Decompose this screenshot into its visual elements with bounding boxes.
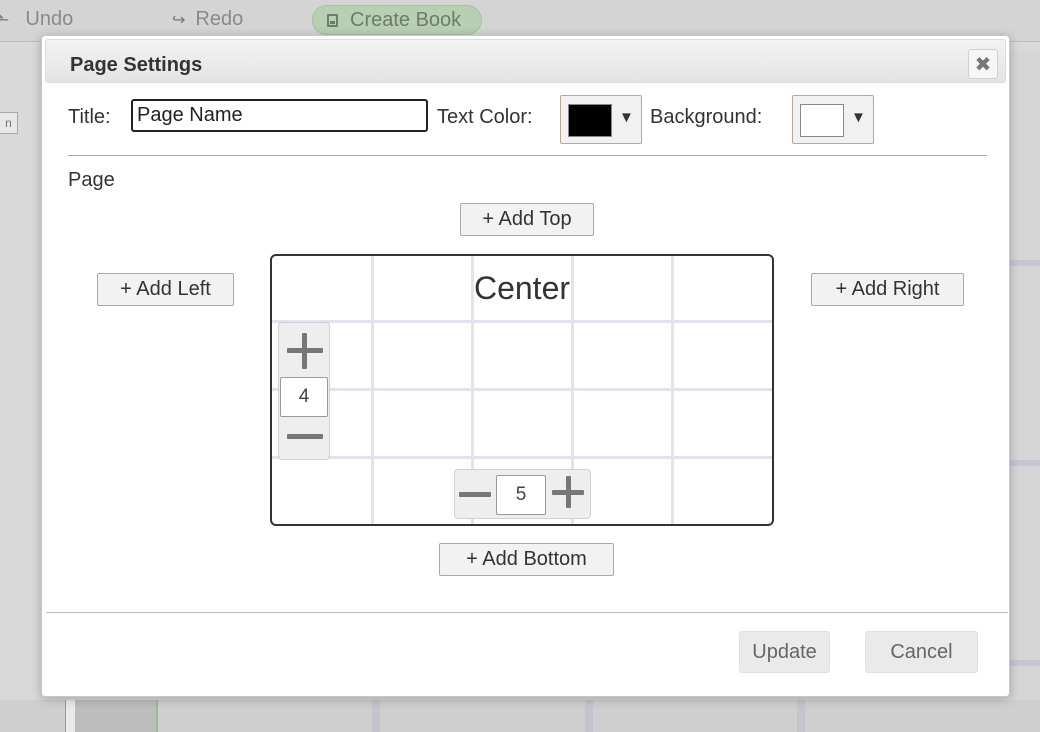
background-side-button[interactable]: n [0,112,18,134]
title-input[interactable] [131,99,428,132]
background-color-picker[interactable]: ▼ [792,95,874,144]
undo-arrow-icon: ⬑ [0,11,10,29]
title-label: Title: [68,106,111,128]
undo-button[interactable]: ⬑ Undo [0,8,73,31]
center-label: Center [473,270,571,306]
text-color-label: Text Color: [437,106,533,128]
undo-label: Undo [25,8,74,30]
update-button[interactable]: Update [739,631,830,673]
footer-divider [46,612,1008,613]
add-bottom-button[interactable]: + Add Bottom [439,543,614,576]
dropdown-arrow-icon: ▼ [851,109,866,126]
minus-icon [459,492,491,497]
redo-label: Redo [195,8,244,30]
background-grid-line [797,700,805,732]
redo-arrow-icon: ↪ [172,11,186,29]
dialog-title: Page Settings [70,54,203,76]
background-color-swatch [800,104,844,137]
add-left-button[interactable]: + Add Left [97,273,234,306]
background-block [75,700,158,732]
close-button[interactable]: ✖ [968,49,998,79]
dropdown-arrow-icon: ▼ [619,109,634,126]
minus-icon [287,434,323,439]
add-top-button[interactable]: + Add Top [460,203,594,236]
book-icon [327,13,338,27]
create-book-button[interactable]: Create Book [312,5,483,35]
rows-value[interactable]: 4 [280,377,328,417]
columns-stepper: 5 [454,469,591,519]
rows-decrease-button[interactable] [287,423,323,449]
add-right-button[interactable]: + Add Right [811,273,964,306]
text-color-swatch [568,104,612,137]
close-icon: ✖ [974,53,992,76]
rows-increase-button[interactable] [287,333,323,369]
page-settings-dialog: Page Settings ✖ Title: Text Color: ▼ Bac… [41,35,1010,697]
text-color-picker[interactable]: ▼ [560,95,642,144]
page-section-label: Page [68,169,115,191]
columns-increase-button[interactable] [552,476,586,510]
redo-button[interactable]: ↪ Redo [172,8,243,31]
columns-decrease-button[interactable] [459,482,493,508]
cancel-button[interactable]: Cancel [865,631,978,673]
divider [68,155,987,156]
create-book-label: Create Book [350,8,462,31]
background-label: Background: [650,106,763,128]
background-side-button-label: n [5,116,12,130]
background-block [65,700,75,732]
center-grid[interactable]: Center 4 5 [270,254,774,526]
dialog-header: Page Settings ✖ [45,39,1006,83]
background-grid-line [372,700,380,732]
background-grid-edge [1010,50,1040,700]
columns-value[interactable]: 5 [496,475,546,515]
background-grid-line [585,700,593,732]
rows-stepper: 4 [278,322,330,460]
